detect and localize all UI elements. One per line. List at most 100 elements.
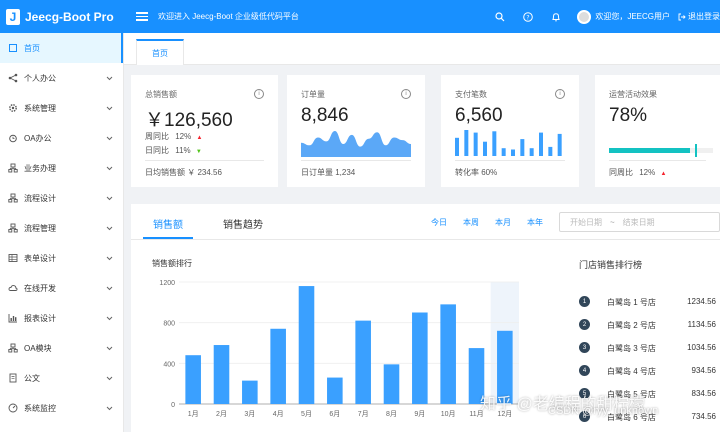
sales-bar[interactable] bbox=[213, 345, 230, 404]
sidebar-item[interactable]: 流程管理 bbox=[0, 213, 123, 243]
date-range-picker[interactable]: 开始日期 ~ 结束日期 bbox=[559, 212, 720, 232]
chevron-down-icon bbox=[106, 314, 113, 323]
sidebar-item[interactable]: 公文 bbox=[0, 363, 123, 393]
x-tick-label: 2月 bbox=[216, 410, 227, 418]
divider bbox=[455, 160, 565, 161]
activity-progress-track bbox=[609, 148, 713, 153]
sidebar-item-label: 在线开发 bbox=[24, 283, 56, 293]
chevron-down-icon bbox=[106, 224, 113, 233]
chevron-down-icon bbox=[106, 164, 113, 173]
rank-row: 3 白鹭岛 3 号店 1034.56 bbox=[579, 342, 720, 354]
sidebar-item[interactable]: 首页 bbox=[0, 33, 123, 63]
date-end[interactable]: 结束日期 bbox=[623, 217, 655, 228]
logout-button[interactable]: 退出登录 bbox=[678, 11, 720, 22]
activity-card-title: 运营活动效果 bbox=[609, 90, 657, 99]
sales-card: 总销售额 i ￥126,560 周同比 12% ▲ 日同比 11% ▼ 日均销售… bbox=[131, 75, 278, 187]
sidebar-item-label: 公文 bbox=[24, 373, 40, 383]
orders-card-title: 订单量 bbox=[301, 90, 325, 99]
tab-trend[interactable]: 销售趋势 bbox=[223, 216, 263, 231]
date-start[interactable]: 开始日期 bbox=[570, 217, 602, 228]
help-icon[interactable]: ? bbox=[521, 10, 535, 24]
app-root: J Jeecg-Boot Pro 欢迎进入 Jeecg-Boot 企业级低代码平… bbox=[0, 0, 720, 432]
info-icon[interactable]: i bbox=[555, 89, 565, 99]
divider bbox=[301, 160, 411, 161]
day-trend-value: 11% bbox=[175, 146, 191, 155]
activity-value: 78% bbox=[609, 105, 648, 126]
payments-value: 6,560 bbox=[455, 105, 503, 126]
sales-bar[interactable] bbox=[355, 320, 371, 404]
sidebar-item[interactable]: 业务办理 bbox=[0, 153, 123, 183]
range-today[interactable]: 今日 bbox=[431, 217, 447, 228]
sidebar-item[interactable]: 流程设计 bbox=[0, 183, 123, 213]
user-greeting[interactable]: 欢迎您，JEECG用户 bbox=[595, 11, 670, 22]
activity-card: 运营活动效果 78% 同周比 12% ▲ bbox=[595, 75, 720, 187]
x-tick-label: 5月 bbox=[301, 410, 312, 418]
sidebar-item[interactable]: 在线开发 bbox=[0, 273, 123, 303]
y-tick-label: 400 bbox=[163, 361, 175, 368]
avatar[interactable] bbox=[577, 9, 592, 24]
sidebar-item[interactable]: 表单设计 bbox=[0, 243, 123, 273]
sidebar-item[interactable]: 报表设计 bbox=[0, 303, 123, 333]
sales-bar[interactable] bbox=[270, 328, 286, 404]
tab-home[interactable]: 首页 bbox=[136, 39, 184, 65]
sales-bar[interactable] bbox=[383, 364, 400, 404]
search-icon[interactable] bbox=[493, 10, 507, 24]
sales-bar[interactable] bbox=[440, 304, 456, 404]
logo-mark: J bbox=[6, 8, 20, 25]
sales-card-footer: 日均销售额 ￥ 234.56 bbox=[145, 168, 222, 177]
sidebar: 首页个人办公系统管理 OA办公业务办理流程设计 流程管理 表单设计在线开发报表设计 OA… bbox=[0, 33, 124, 432]
range-year[interactable]: 本年 bbox=[527, 217, 543, 228]
sidebar-item[interactable]: OA办公 bbox=[0, 123, 123, 153]
sidebar-item-label: 个人办公 bbox=[24, 73, 56, 83]
rank-number: 3 bbox=[579, 342, 590, 353]
tab-sales[interactable]: 销售额 bbox=[153, 216, 183, 231]
rank-number: 2 bbox=[579, 319, 590, 330]
x-tick-label: 7月 bbox=[358, 410, 369, 418]
sidebar-item[interactable]: 个人办公 bbox=[0, 63, 123, 93]
cluster-icon bbox=[8, 223, 18, 233]
info-icon[interactable]: i bbox=[254, 89, 264, 99]
orders-card-footer: 日订单量 1,234 bbox=[301, 168, 356, 177]
tab-bar: 首页 bbox=[124, 33, 720, 65]
rank-row: 4 白鹭岛 4 号店 934.56 bbox=[579, 365, 720, 377]
payment-bar bbox=[455, 137, 459, 156]
y-tick-label: 800 bbox=[163, 321, 175, 328]
sales-bar[interactable] bbox=[185, 355, 201, 404]
chevron-down-icon bbox=[106, 374, 113, 383]
sidebar-item-label: 业务办理 bbox=[24, 163, 56, 173]
alarm-icon bbox=[8, 133, 18, 143]
payment-bar bbox=[483, 141, 487, 156]
app-title: Jeecg-Boot Pro bbox=[25, 9, 114, 24]
x-tick-label: 10月 bbox=[441, 410, 456, 418]
table-icon bbox=[8, 253, 18, 263]
logout-icon bbox=[678, 13, 686, 20]
payment-bar bbox=[464, 130, 469, 156]
sidebar-item[interactable]: OA模块 bbox=[0, 333, 123, 363]
x-tick-label: 6月 bbox=[329, 410, 340, 418]
range-month[interactable]: 本月 bbox=[495, 217, 511, 228]
chart-icon bbox=[8, 313, 18, 323]
rank-number: 1 bbox=[579, 296, 590, 307]
info-icon[interactable]: i bbox=[401, 89, 411, 99]
sales-card-title: 总销售额 bbox=[145, 90, 177, 99]
sidebar-item[interactable]: 系统管理 bbox=[0, 93, 123, 123]
range-week[interactable]: 本周 bbox=[463, 217, 479, 228]
sales-bar[interactable] bbox=[412, 312, 428, 405]
logo[interactable]: J Jeecg-Boot Pro bbox=[0, 0, 124, 33]
chevron-down-icon bbox=[106, 134, 113, 143]
menu-fold-icon[interactable] bbox=[136, 10, 148, 23]
sales-bar[interactable] bbox=[298, 286, 315, 404]
sales-total-value: ￥126,560 bbox=[145, 110, 233, 131]
caret-up-icon: ▲ bbox=[196, 135, 203, 141]
x-tick-label: 9月 bbox=[414, 410, 425, 418]
sidebar-item[interactable]: 系统监控 bbox=[0, 393, 123, 423]
activity-week-label: 同周比 bbox=[609, 168, 633, 177]
sales-bar[interactable] bbox=[327, 377, 343, 404]
rank-row: 1 白鹭岛 1 号店 1234.56 bbox=[579, 296, 720, 308]
sales-bar[interactable] bbox=[242, 380, 258, 404]
payments-card: 支付笔数 i 6,560 转化率 60% bbox=[441, 75, 579, 187]
sidebar-item-label: 报表设计 bbox=[24, 313, 56, 323]
bell-icon[interactable] bbox=[549, 10, 563, 24]
active-tab-indicator bbox=[143, 237, 193, 239]
progress-target-marker bbox=[695, 144, 697, 157]
